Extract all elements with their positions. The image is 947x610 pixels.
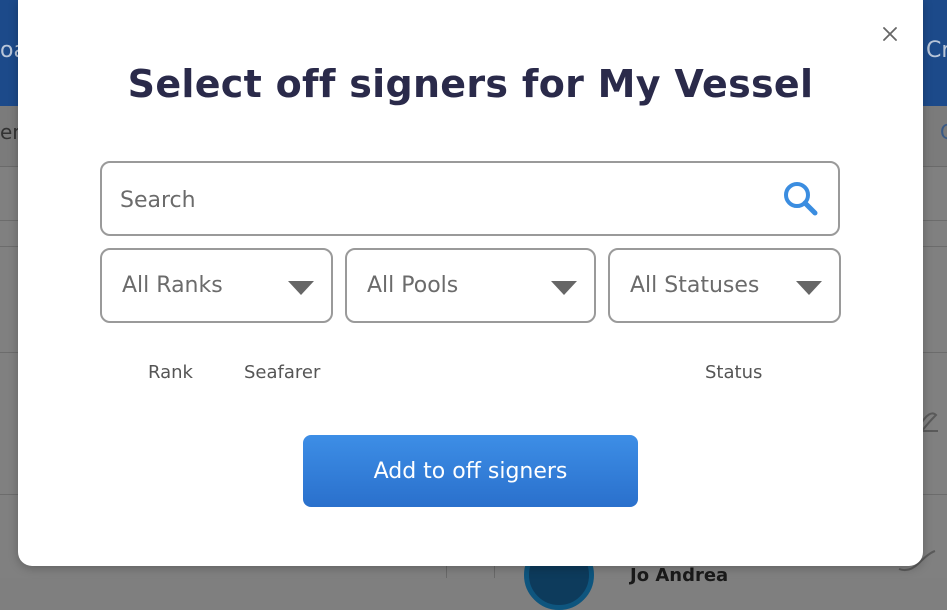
chevron-down-icon: [796, 281, 822, 295]
status-filter-value: All Statuses: [630, 273, 760, 298]
add-to-off-signers-button[interactable]: Add to off signers: [303, 435, 638, 507]
search-icon[interactable]: [782, 180, 820, 218]
close-icon: [883, 27, 897, 41]
column-header-status: Status: [705, 362, 763, 383]
rank-filter-value: All Ranks: [122, 273, 223, 298]
background-subbar-right-text: C: [940, 120, 947, 144]
modal-title: Select off signers for My Vessel: [127, 62, 814, 106]
background-topbar-right-text: Cr: [926, 38, 947, 63]
select-off-signers-modal: Select off signers for My Vessel All Ran…: [18, 0, 923, 566]
chevron-down-icon: [288, 281, 314, 295]
status-filter-select[interactable]: All Statuses: [608, 248, 841, 323]
close-button[interactable]: [878, 22, 902, 46]
background-row-name: Jo Andrea: [630, 565, 729, 586]
search-field[interactable]: [100, 161, 840, 236]
pool-filter-select[interactable]: All Pools: [345, 248, 596, 323]
rank-filter-select[interactable]: All Ranks: [100, 248, 333, 323]
chevron-down-icon: [551, 281, 577, 295]
pool-filter-value: All Pools: [367, 273, 459, 298]
column-header-seafarer: Seafarer: [244, 362, 321, 383]
column-header-rank: Rank: [148, 362, 193, 383]
search-input[interactable]: [118, 181, 762, 219]
